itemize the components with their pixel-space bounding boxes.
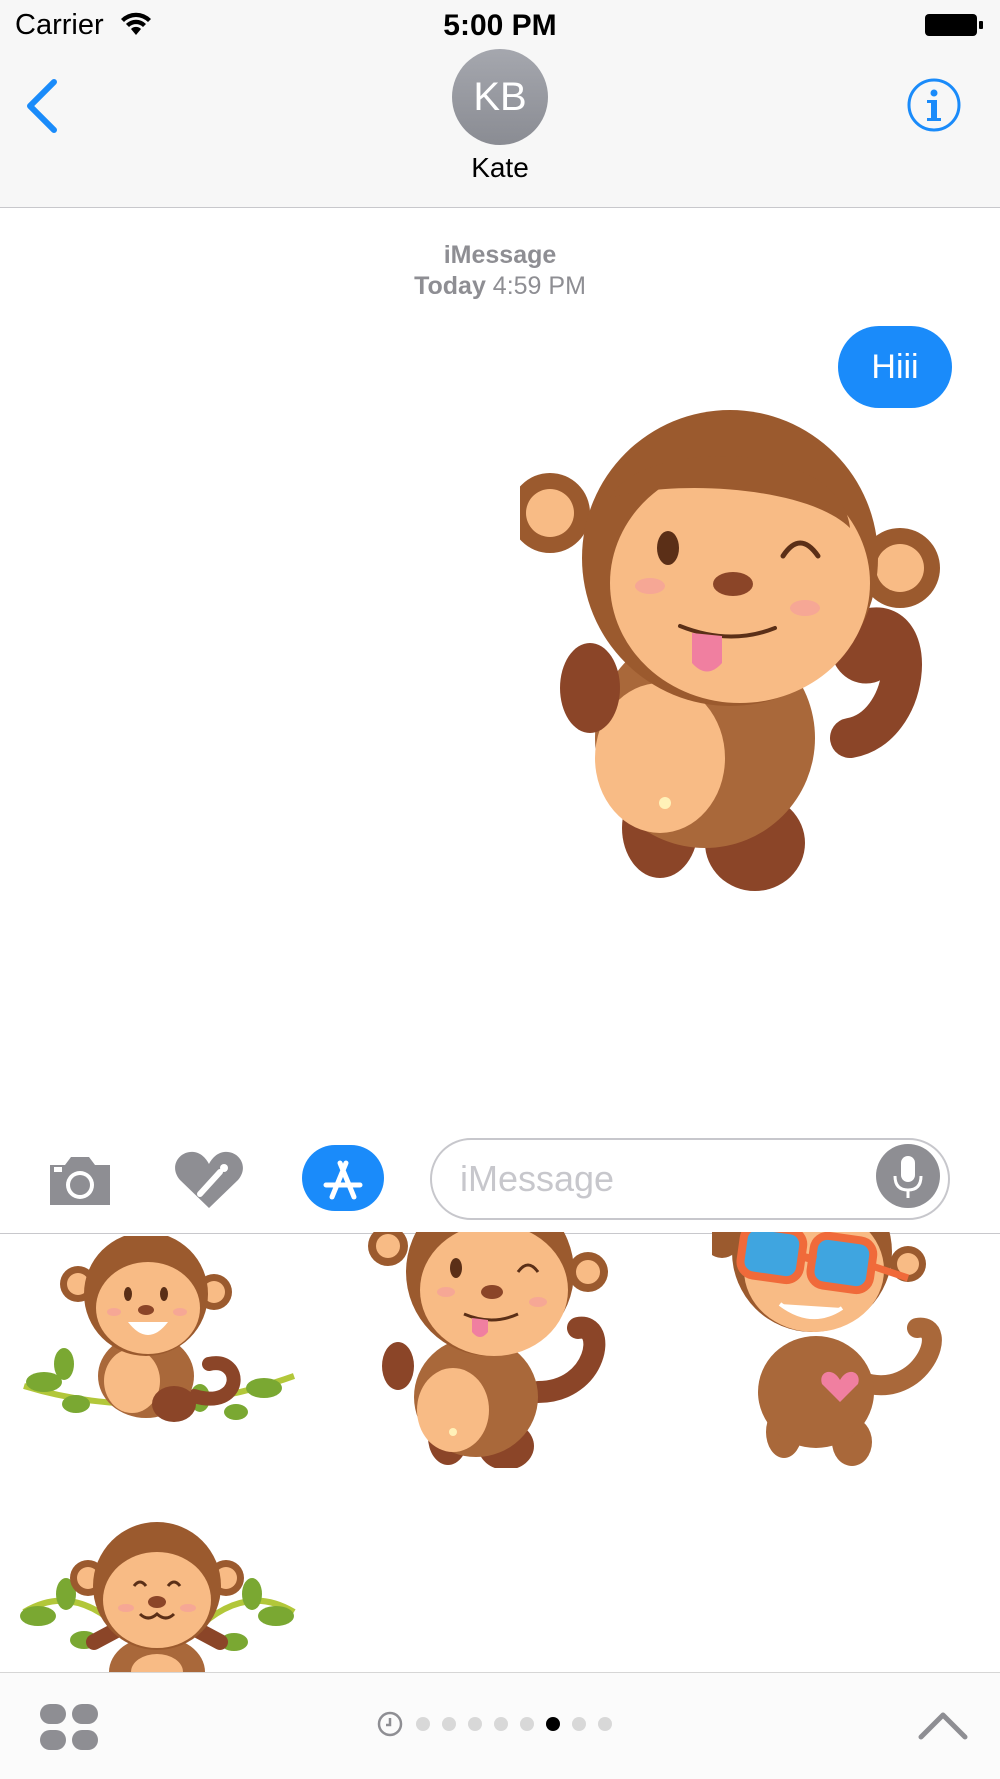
page-dot[interactable] xyxy=(572,1717,586,1731)
message-input-placeholder: iMessage xyxy=(460,1158,615,1199)
sent-monkey-sticker[interactable] xyxy=(520,408,970,898)
page-dot[interactable] xyxy=(442,1717,456,1731)
sticker-happy-monkey-vines[interactable] xyxy=(14,1522,300,1672)
page-dot[interactable] xyxy=(520,1717,534,1731)
timestamp-time: 4:59 PM xyxy=(492,272,586,300)
status-time: 5:00 PM xyxy=(443,9,557,42)
sticker-sunglasses-monkey[interactable] xyxy=(712,1232,972,1468)
recents-clock-icon[interactable] xyxy=(376,1710,404,1738)
app-grid-icon[interactable] xyxy=(38,1702,100,1752)
microphone-icon xyxy=(893,1156,923,1198)
back-chevron-icon[interactable] xyxy=(24,78,60,134)
app-store-icon xyxy=(323,1160,363,1200)
contact-avatar[interactable]: KB xyxy=(452,49,548,145)
camera-icon[interactable] xyxy=(45,1153,115,1209)
page-dot[interactable] xyxy=(468,1717,482,1731)
timestamp-day: Today xyxy=(414,272,486,300)
info-icon[interactable] xyxy=(906,77,962,133)
contact-name[interactable]: Kate xyxy=(0,152,1000,184)
page-indicator[interactable] xyxy=(376,1710,618,1738)
message-bubble[interactable]: Hiii xyxy=(838,326,952,408)
service-label: iMessage xyxy=(443,241,557,269)
sticker-winking-monkey[interactable] xyxy=(368,1232,634,1468)
page-dot-active[interactable] xyxy=(546,1717,560,1731)
page-dot[interactable] xyxy=(494,1717,508,1731)
battery-icon xyxy=(925,14,983,36)
digital-touch-heart-icon[interactable] xyxy=(172,1148,246,1212)
sticker-laughing-monkey-vine[interactable] xyxy=(14,1236,300,1436)
timestamp: Today 4:59 PM xyxy=(0,272,1000,301)
page-dot[interactable] xyxy=(598,1717,612,1731)
page-dot[interactable] xyxy=(416,1717,430,1731)
microphone-button[interactable] xyxy=(876,1144,940,1208)
expand-chevron-up-icon[interactable] xyxy=(918,1710,968,1740)
app-store-button[interactable] xyxy=(302,1145,384,1211)
